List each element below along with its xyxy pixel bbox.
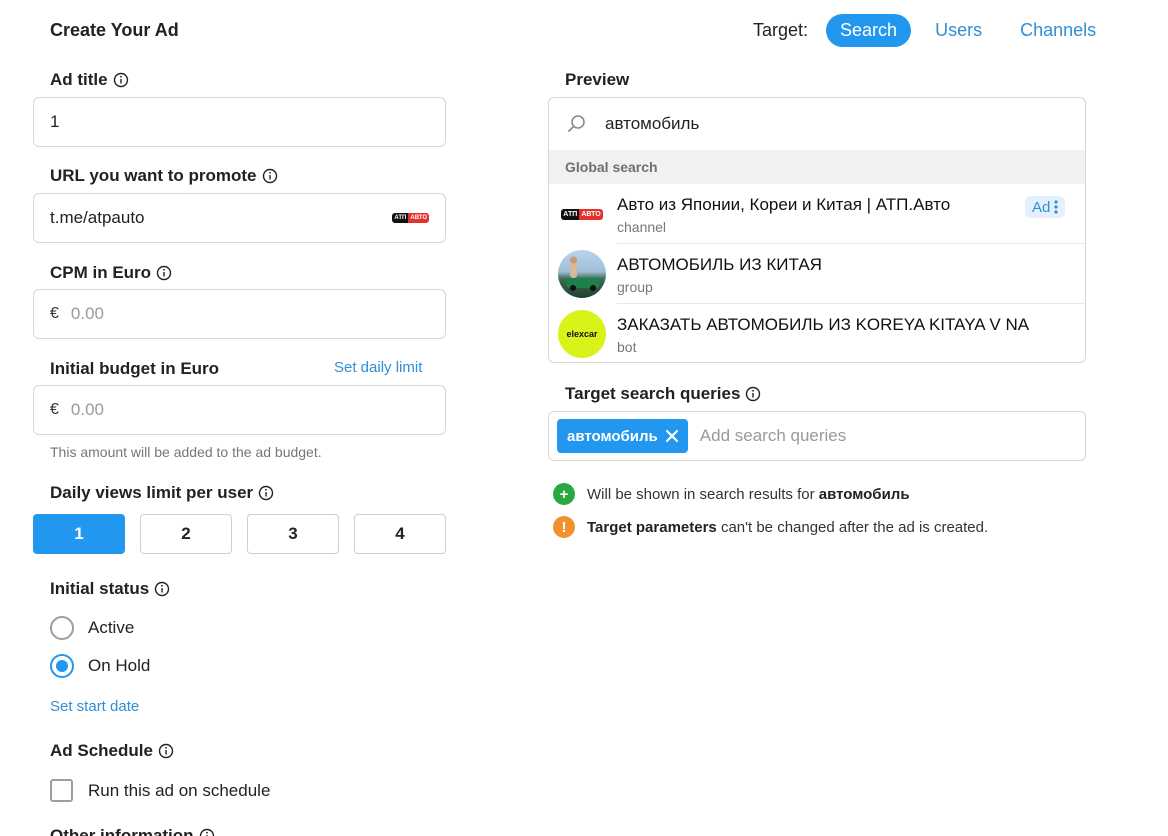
views-limit-label: Daily views limit per user [50, 483, 274, 503]
url-label: URL you want to promote [50, 166, 278, 186]
info-icon[interactable] [113, 72, 129, 88]
queries-input[interactable]: автомобиль Add search queries [548, 411, 1086, 461]
preview-search-text: автомобиль [605, 114, 700, 133]
set-daily-limit-link[interactable]: Set daily limit [334, 359, 422, 376]
ad-title-label: Ad title [50, 70, 129, 90]
info-icon[interactable] [258, 485, 274, 501]
query-chip[interactable]: автомобиль [557, 419, 688, 453]
result-title: АВТОМОБИЛЬ ИЗ КИТАЯ [617, 255, 822, 274]
info-icon[interactable] [262, 168, 278, 184]
views-option-4[interactable]: 4 [354, 514, 446, 554]
cpm-label: CPM in Euro [50, 263, 172, 283]
avatar: elexcar [558, 310, 606, 358]
warning-note: ! Target parameters can't be changed aft… [553, 516, 988, 538]
budget-placeholder: 0.00 [70, 400, 104, 419]
plus-icon: + [553, 483, 575, 505]
other-info-label: Other information [50, 826, 215, 836]
close-icon[interactable] [665, 430, 678, 442]
warning-icon: ! [553, 516, 575, 538]
views-option-1[interactable]: 1 [33, 514, 125, 554]
budget-label: Initial budget in Euro [50, 359, 220, 378]
radio-on-hold[interactable] [50, 654, 74, 678]
queries-placeholder: Add search queries [699, 426, 847, 445]
result-subtitle: bot [617, 339, 637, 355]
tab-search[interactable]: Search [826, 14, 912, 47]
preview-label: Preview [565, 70, 630, 89]
shown-note: + Will be shown in search results for ав… [553, 483, 910, 505]
tab-users[interactable]: Users [935, 20, 982, 41]
search-icon [568, 115, 585, 132]
info-icon[interactable] [745, 386, 761, 402]
ad-badge[interactable]: Ad [1025, 196, 1066, 218]
page-title: Create Your Ad [50, 20, 179, 40]
radio-active[interactable] [50, 616, 74, 640]
info-icon[interactable] [156, 265, 172, 281]
budget-hint: This amount will be added to the ad budg… [50, 444, 322, 460]
views-option-2[interactable]: 2 [140, 514, 232, 554]
result-title: Авто из Японии, Кореи и Китая | АТП.Авто [617, 195, 951, 214]
ad-title-input[interactable]: 1 [33, 97, 446, 147]
target-selector: Target: Search Users Channels [753, 14, 1096, 47]
schedule-checkbox[interactable] [50, 779, 73, 802]
set-start-date-link[interactable]: Set start date [50, 698, 139, 715]
queries-label: Target search queries [565, 384, 761, 404]
preview-panel: автомобиль Global search АТП АВТО Авто и… [548, 97, 1086, 363]
target-label: Target: [753, 20, 809, 40]
url-input[interactable]: t.me/atpauto АТП АВТО [33, 193, 446, 243]
cpm-input[interactable]: € 0.00 [33, 289, 446, 339]
info-icon[interactable] [154, 581, 170, 597]
result-subtitle: channel [617, 219, 667, 235]
avatar: АТП АВТО [558, 190, 606, 238]
cpm-placeholder: 0.00 [70, 304, 104, 323]
euro-prefix: € [50, 401, 59, 418]
schedule-label: Ad Schedule [50, 741, 174, 761]
info-icon[interactable] [158, 743, 174, 759]
preview-section-header: Global search [549, 150, 1085, 184]
more-vertical-icon [1054, 200, 1058, 214]
result-title: ЗАКАЗАТЬ АВТОМОБИЛЬ ИЗ KOREYA KITAYA V N… [617, 315, 1030, 334]
status-label: Initial status [50, 579, 170, 599]
views-option-3[interactable]: 3 [247, 514, 339, 554]
euro-prefix: € [50, 305, 59, 322]
avatar [558, 250, 606, 298]
schedule-option[interactable]: Run this ad on schedule [50, 779, 270, 802]
tab-channels[interactable]: Channels [1020, 20, 1096, 41]
list-item: АТП АВТО Авто из Японии, Кореи и Китая |… [549, 184, 1085, 244]
list-item: elexcar ЗАКАЗАТЬ АВТОМОБИЛЬ ИЗ KOREYA KI… [549, 304, 1085, 362]
status-option-on-hold[interactable]: On Hold [50, 654, 150, 678]
info-icon[interactable] [199, 828, 215, 836]
status-option-active[interactable]: Active [50, 616, 134, 640]
list-item: АВТОМОБИЛЬ ИЗ КИТАЯ group [549, 244, 1085, 304]
url-favicon-logo: АТП АВТО [392, 213, 429, 223]
result-subtitle: group [617, 279, 653, 295]
preview-search-bar: автомобиль [549, 98, 1085, 150]
budget-input[interactable]: € 0.00 [33, 385, 446, 435]
